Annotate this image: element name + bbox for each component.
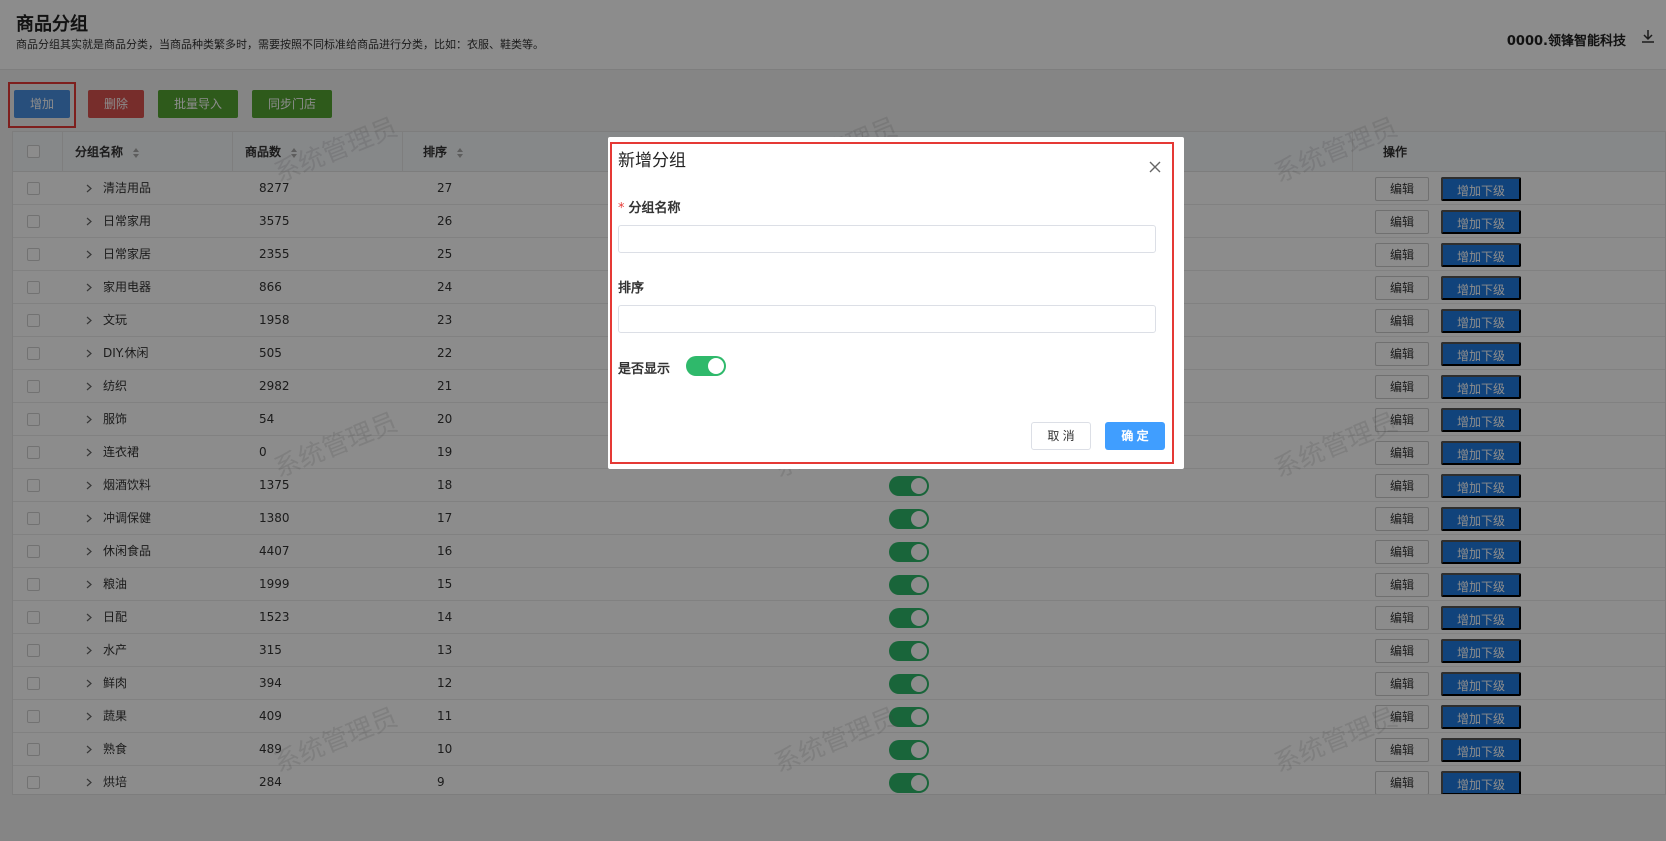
sort-input[interactable] xyxy=(618,305,1156,333)
show-label: 是否显示 xyxy=(618,362,671,377)
group-name-input[interactable] xyxy=(618,225,1156,253)
dialog-title: 新增分组 xyxy=(618,151,686,171)
cancel-button[interactable]: 取 消 xyxy=(1031,422,1091,450)
group-name-label: * 分组名称 xyxy=(618,197,681,216)
show-toggle[interactable] xyxy=(686,356,726,376)
close-icon[interactable] xyxy=(1148,160,1162,174)
group-name-label-text: 分组名称 xyxy=(628,201,681,216)
page: 商品分组 商品分组其实就是商品分类，当商品种类繁多时，需要按照不同标准给商品进行… xyxy=(0,0,1666,841)
add-group-dialog xyxy=(608,137,1184,469)
sort-label: 排序 xyxy=(618,281,645,296)
confirm-button[interactable]: 确 定 xyxy=(1105,422,1165,450)
required-mark: * xyxy=(618,201,625,216)
